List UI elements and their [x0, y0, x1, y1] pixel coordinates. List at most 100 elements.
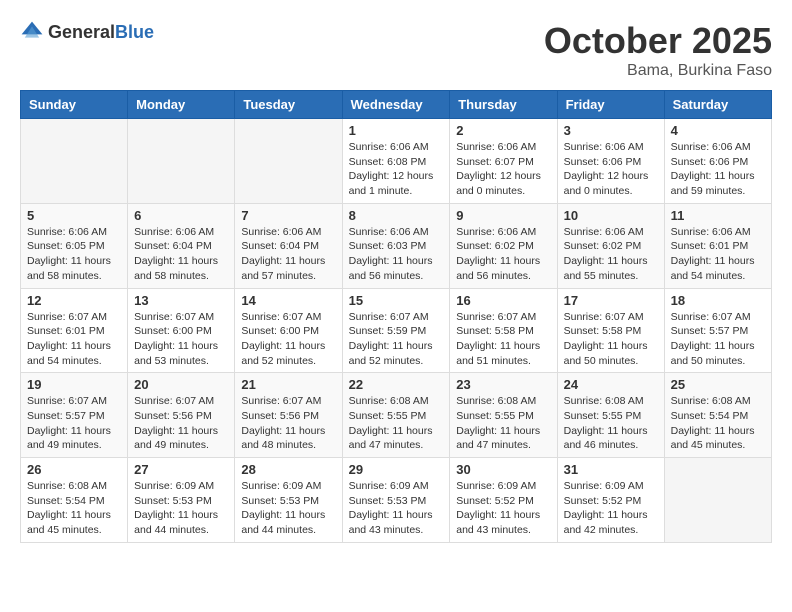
calendar-cell: 18Sunrise: 6:07 AM Sunset: 5:57 PM Dayli…: [664, 288, 771, 373]
day-number: 19: [27, 377, 121, 392]
calendar-cell: 12 Sunrise: 6:07 AM Sunset: 6:01 PM Dayli…: [21, 288, 128, 373]
calendar-table: SundayMondayTuesdayWednesdayThursdayFrid…: [20, 90, 772, 543]
day-number: 3: [564, 123, 658, 138]
day-number: 2: [456, 123, 550, 138]
day-number: 31: [564, 462, 658, 477]
day-info: Sunrise: 6:07 AM Sunset: 5:58 PM Dayligh…: [564, 310, 658, 369]
day-info: Sunrise: 6:07 AM Sunset: 5:58 PM Dayligh…: [456, 310, 550, 369]
day-number: 29: [349, 462, 444, 477]
calendar-cell: 15 Sunrise: 6:07 AM Sunset: 5:59 PM Dayli…: [342, 288, 450, 373]
calendar-cell: 16 Sunrise: 6:07 AM Sunset: 5:58 PM Dayli…: [450, 288, 557, 373]
calendar-cell: 11 Sunrise: 6:06 AM Sunset: 6:01 PM Dayli…: [664, 203, 771, 288]
day-info: Sunrise: 6:08 AM Sunset: 5:54 PM Dayligh…: [671, 394, 765, 453]
day-number: 11: [671, 208, 765, 223]
day-info: Sunrise: 6:06 AM Sunset: 6:04 PM Dayligh…: [134, 225, 228, 284]
day-number: 23: [456, 377, 550, 392]
calendar-cell: 14 Sunrise: 6:07 AM Sunset: 6:00 PM Dayli…: [235, 288, 342, 373]
calendar-cell: 3 Sunrise: 6:06 AM Sunset: 6:06 PM Daylig…: [557, 119, 664, 204]
calendar-cell: 19 Sunrise: 6:07 AM Sunset: 5:57 PM Dayli…: [21, 373, 128, 458]
day-number: 22: [349, 377, 444, 392]
day-info: Sunrise: 6:06 AM Sunset: 6:01 PM Dayligh…: [671, 225, 765, 284]
day-number: 7: [241, 208, 335, 223]
day-info: Sunrise: 6:07 AM Sunset: 5:56 PM Dayligh…: [241, 394, 335, 453]
day-info: Sunrise: 6:09 AM Sunset: 5:53 PM Dayligh…: [349, 479, 444, 538]
day-number: 24: [564, 377, 658, 392]
day-info: Sunrise: 6:06 AM Sunset: 6:04 PM Dayligh…: [241, 225, 335, 284]
calendar-cell: 23 Sunrise: 6:08 AM Sunset: 5:55 PM Dayli…: [450, 373, 557, 458]
day-number: 25: [671, 377, 765, 392]
calendar-cell: [235, 119, 342, 204]
calendar-cell: 29 Sunrise: 6:09 AM Sunset: 5:53 PM Dayli…: [342, 458, 450, 543]
calendar-cell: 1Sunrise: 6:06 AM Sunset: 6:08 PM Daylig…: [342, 119, 450, 204]
weekday-header-wednesday: Wednesday: [342, 91, 450, 119]
calendar-cell: 21 Sunrise: 6:07 AM Sunset: 5:56 PM Dayli…: [235, 373, 342, 458]
day-info: Sunrise: 6:07 AM Sunset: 5:57 PM Dayligh…: [27, 394, 121, 453]
calendar-week-2: 5Sunrise: 6:06 AM Sunset: 6:05 PM Daylig…: [21, 203, 772, 288]
weekday-header-thursday: Thursday: [450, 91, 557, 119]
calendar-cell: 5Sunrise: 6:06 AM Sunset: 6:05 PM Daylig…: [21, 203, 128, 288]
day-info: Sunrise: 6:09 AM Sunset: 5:53 PM Dayligh…: [134, 479, 228, 538]
weekday-header-friday: Friday: [557, 91, 664, 119]
weekday-header-row: SundayMondayTuesdayWednesdayThursdayFrid…: [21, 91, 772, 119]
weekday-header-monday: Monday: [128, 91, 235, 119]
day-number: 17: [564, 293, 658, 308]
day-info: Sunrise: 6:09 AM Sunset: 5:53 PM Dayligh…: [241, 479, 335, 538]
day-info: Sunrise: 6:08 AM Sunset: 5:54 PM Dayligh…: [27, 479, 121, 538]
calendar-cell: 13 Sunrise: 6:07 AM Sunset: 6:00 PM Dayli…: [128, 288, 235, 373]
day-info: Sunrise: 6:08 AM Sunset: 5:55 PM Dayligh…: [456, 394, 550, 453]
day-number: 30: [456, 462, 550, 477]
calendar-cell: [128, 119, 235, 204]
day-info: Sunrise: 6:07 AM Sunset: 6:00 PM Dayligh…: [134, 310, 228, 369]
day-info: Sunrise: 6:07 AM Sunset: 5:59 PM Dayligh…: [349, 310, 444, 369]
day-info: Sunrise: 6:07 AM Sunset: 5:56 PM Dayligh…: [134, 394, 228, 453]
logo: GeneralBlue: [20, 20, 154, 44]
day-number: 15: [349, 293, 444, 308]
day-number: 26: [27, 462, 121, 477]
day-info: Sunrise: 6:09 AM Sunset: 5:52 PM Dayligh…: [564, 479, 658, 538]
weekday-header-saturday: Saturday: [664, 91, 771, 119]
day-info: Sunrise: 6:07 AM Sunset: 6:01 PM Dayligh…: [27, 310, 121, 369]
calendar-cell: 30Sunrise: 6:09 AM Sunset: 5:52 PM Dayli…: [450, 458, 557, 543]
month-title: October 2025: [544, 20, 772, 62]
day-number: 5: [27, 208, 121, 223]
calendar-cell: 22 Sunrise: 6:08 AM Sunset: 5:55 PM Dayli…: [342, 373, 450, 458]
day-number: 14: [241, 293, 335, 308]
day-number: 9: [456, 208, 550, 223]
page-header: GeneralBlue October 2025 Bama, Burkina F…: [20, 20, 772, 80]
day-info: Sunrise: 6:06 AM Sunset: 6:06 PM Dayligh…: [564, 140, 658, 199]
day-number: 6: [134, 208, 228, 223]
day-number: 28: [241, 462, 335, 477]
calendar-cell: 20 Sunrise: 6:07 AM Sunset: 5:56 PM Dayli…: [128, 373, 235, 458]
day-info: Sunrise: 6:06 AM Sunset: 6:02 PM Dayligh…: [564, 225, 658, 284]
day-info: Sunrise: 6:06 AM Sunset: 6:03 PM Dayligh…: [349, 225, 444, 284]
day-info: Sunrise: 6:07 AM Sunset: 6:00 PM Dayligh…: [241, 310, 335, 369]
calendar-cell: 4Sunrise: 6:06 AM Sunset: 6:06 PM Daylig…: [664, 119, 771, 204]
day-number: 12: [27, 293, 121, 308]
day-number: 20: [134, 377, 228, 392]
day-info: Sunrise: 6:07 AM Sunset: 5:57 PM Dayligh…: [671, 310, 765, 369]
calendar-cell: 9 Sunrise: 6:06 AM Sunset: 6:02 PM Daylig…: [450, 203, 557, 288]
logo-blue: Blue: [115, 22, 154, 42]
calendar-week-4: 19 Sunrise: 6:07 AM Sunset: 5:57 PM Dayli…: [21, 373, 772, 458]
day-number: 10: [564, 208, 658, 223]
day-number: 16: [456, 293, 550, 308]
calendar-cell: [664, 458, 771, 543]
calendar-cell: 6 Sunrise: 6:06 AM Sunset: 6:04 PM Daylig…: [128, 203, 235, 288]
day-number: 27: [134, 462, 228, 477]
calendar-cell: 10 Sunrise: 6:06 AM Sunset: 6:02 PM Dayli…: [557, 203, 664, 288]
calendar-week-5: 26 Sunrise: 6:08 AM Sunset: 5:54 PM Dayli…: [21, 458, 772, 543]
calendar-cell: 17 Sunrise: 6:07 AM Sunset: 5:58 PM Dayli…: [557, 288, 664, 373]
day-info: Sunrise: 6:06 AM Sunset: 6:02 PM Dayligh…: [456, 225, 550, 284]
day-number: 1: [349, 123, 444, 138]
calendar-cell: 7 Sunrise: 6:06 AM Sunset: 6:04 PM Daylig…: [235, 203, 342, 288]
logo-general: General: [48, 22, 115, 42]
day-number: 8: [349, 208, 444, 223]
day-number: 21: [241, 377, 335, 392]
calendar-week-1: 1Sunrise: 6:06 AM Sunset: 6:08 PM Daylig…: [21, 119, 772, 204]
calendar-cell: 25 Sunrise: 6:08 AM Sunset: 5:54 PM Dayli…: [664, 373, 771, 458]
day-number: 13: [134, 293, 228, 308]
weekday-header-tuesday: Tuesday: [235, 91, 342, 119]
calendar-cell: 8 Sunrise: 6:06 AM Sunset: 6:03 PM Daylig…: [342, 203, 450, 288]
day-info: Sunrise: 6:08 AM Sunset: 5:55 PM Dayligh…: [349, 394, 444, 453]
day-info: Sunrise: 6:08 AM Sunset: 5:55 PM Dayligh…: [564, 394, 658, 453]
